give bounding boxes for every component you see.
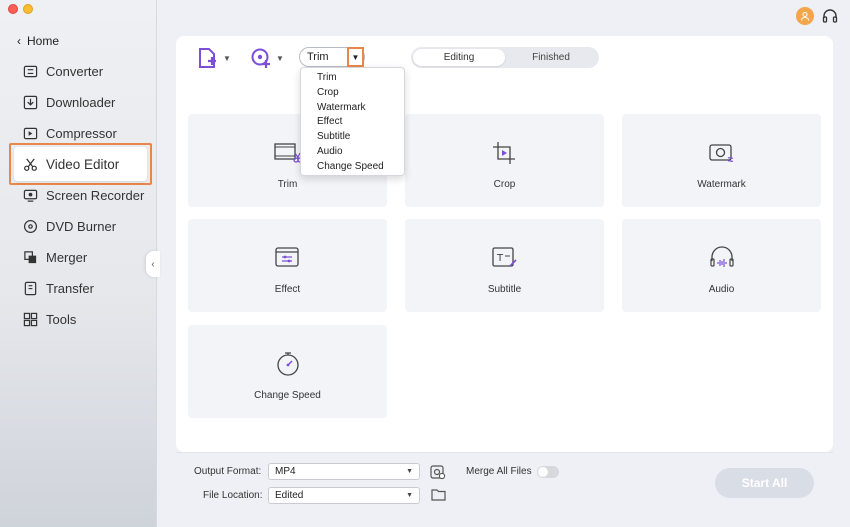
start-all-button[interactable]: Start All <box>715 468 814 498</box>
sidebar-item-label: Merger <box>46 250 88 265</box>
sidebar: ‹ Home Converter Downloader Compressor V… <box>0 0 157 527</box>
window-controls <box>8 4 33 14</box>
downloader-icon <box>22 95 38 111</box>
menu-item-change-speed[interactable]: Change Speed <box>301 160 404 175</box>
chevron-down-icon: ▼ <box>351 52 360 62</box>
screen-recorder-icon <box>22 188 38 204</box>
compressor-icon <box>22 126 38 142</box>
load-dvd-button[interactable]: ▼ <box>250 47 284 69</box>
merge-all-files-label: Merge All Files <box>466 466 532 477</box>
tile-label: Crop <box>493 179 516 190</box>
tile-watermark[interactable]: Watermark <box>622 114 821 207</box>
headset-support-icon[interactable] <box>821 7 839 25</box>
tab-finished[interactable]: Finished <box>505 49 597 66</box>
tile-change-speed[interactable]: Change Speed <box>188 325 387 418</box>
sidebar-item-converter[interactable]: Converter <box>0 56 157 87</box>
sidebar-item-downloader[interactable]: Downloader <box>0 87 157 118</box>
menu-item-watermark[interactable]: Watermark <box>301 101 404 116</box>
chevron-down-icon: ▼ <box>406 492 413 499</box>
svg-text:T: T <box>496 253 504 264</box>
dvd-icon <box>22 219 38 235</box>
edit-function-value: Trim <box>307 51 329 63</box>
close-window-button[interactable] <box>8 4 18 14</box>
sidebar-item-label: Tools <box>46 312 77 327</box>
menu-item-trim[interactable]: Trim <box>301 71 404 86</box>
transfer-icon <box>22 281 38 297</box>
chevron-left-icon: ‹ <box>17 34 21 48</box>
audio-icon <box>709 245 735 271</box>
watermark-icon <box>708 140 735 166</box>
scissors-icon <box>22 157 38 173</box>
file-location-value: Edited <box>275 490 304 501</box>
format-settings-icon[interactable] <box>430 464 446 485</box>
menu-item-audio[interactable]: Audio <box>301 145 404 160</box>
menu-item-effect[interactable]: Effect <box>301 115 404 130</box>
caret-down-icon: ▼ <box>276 53 284 63</box>
subtitle-icon: T <box>491 245 518 271</box>
home-link[interactable]: ‹ Home <box>17 34 59 48</box>
sidebar-item-label: Compressor <box>46 126 117 141</box>
tile-audio[interactable]: Audio <box>622 219 821 312</box>
collapse-sidebar-button[interactable]: ‹ <box>146 251 160 277</box>
chevron-down-icon: ▼ <box>406 468 413 475</box>
tile-label: Subtitle <box>487 284 522 295</box>
file-location-label: File Location: <box>203 490 263 501</box>
caret-down-icon: ▼ <box>223 53 231 63</box>
sidebar-item-label: Converter <box>46 64 104 79</box>
tile-subtitle[interactable]: T Subtitle <box>405 219 604 312</box>
chevron-left-icon: ‹ <box>151 258 155 270</box>
trim-icon <box>273 140 302 166</box>
sidebar-item-label: DVD Burner <box>46 219 117 234</box>
home-label: Home <box>27 34 60 48</box>
user-avatar-icon[interactable] <box>796 7 814 25</box>
file-location-select[interactable]: Edited ▼ <box>268 487 420 504</box>
converter-icon <box>22 64 38 80</box>
sidebar-item-video-editor[interactable]: Video Editor <box>0 149 157 180</box>
add-file-icon <box>199 48 216 68</box>
editing-finished-tabs: Editing Finished <box>411 47 599 68</box>
tile-label: Effect <box>274 284 301 295</box>
effect-icon <box>274 245 301 271</box>
sidebar-item-screen-recorder[interactable]: Screen Recorder <box>0 180 157 211</box>
output-format-value: MP4 <box>275 466 296 477</box>
folder-icon[interactable] <box>431 488 446 506</box>
sidebar-item-label: Downloader <box>46 95 116 110</box>
sidebar-item-label: Transfer <box>46 281 94 296</box>
minimize-window-button[interactable] <box>23 4 33 14</box>
output-format-label: Output Format: <box>194 466 262 477</box>
sidebar-item-label: Screen Recorder <box>46 188 145 203</box>
sidebar-nav: Converter Downloader Compressor Video Ed… <box>0 56 157 335</box>
merge-all-files-toggle[interactable] <box>537 466 559 478</box>
tile-crop[interactable]: Crop <box>405 114 604 207</box>
add-file-button[interactable]: ▼ <box>197 47 231 69</box>
crop-icon <box>492 140 518 166</box>
menu-item-crop[interactable]: Crop <box>301 86 404 101</box>
tile-label: Watermark <box>697 179 746 190</box>
tab-editing[interactable]: Editing <box>413 49 505 66</box>
tile-effect[interactable]: Effect <box>188 219 387 312</box>
sidebar-item-tools[interactable]: Tools <box>0 304 157 335</box>
sidebar-item-merger[interactable]: Merger <box>0 242 157 273</box>
sidebar-item-dvd-burner[interactable]: DVD Burner <box>0 211 157 242</box>
tools-icon <box>22 312 38 328</box>
output-format-select[interactable]: MP4 ▼ <box>268 463 420 480</box>
sidebar-item-transfer[interactable]: Transfer <box>0 273 157 304</box>
sidebar-item-label: Video Editor <box>46 157 120 172</box>
sidebar-item-compressor[interactable]: Compressor <box>0 118 157 149</box>
speed-icon <box>275 351 301 377</box>
tile-label: Trim <box>277 179 298 190</box>
merger-icon <box>22 250 38 266</box>
add-dvd-icon <box>251 48 270 68</box>
bottom-divider <box>176 452 833 453</box>
edit-function-menu: Trim Crop Watermark Effect Subtitle Audi… <box>300 67 405 176</box>
edit-function-dropdown-arrow[interactable]: ▼ <box>347 47 364 67</box>
tile-label: Change Speed <box>254 390 321 401</box>
menu-item-subtitle[interactable]: Subtitle <box>301 130 404 145</box>
tile-label: Audio <box>708 284 735 295</box>
